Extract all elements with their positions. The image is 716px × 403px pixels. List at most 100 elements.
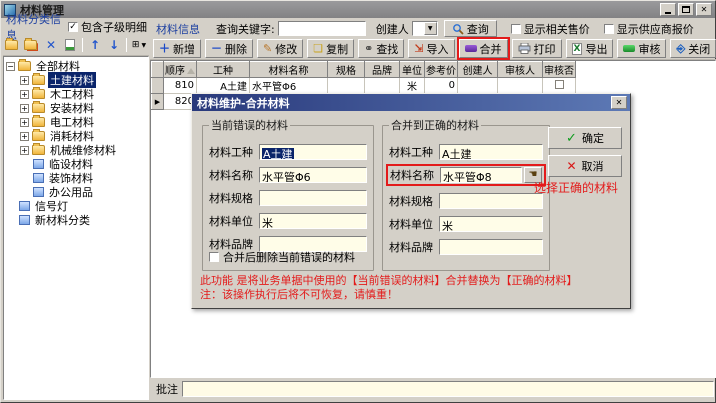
expand-icon[interactable]: +	[20, 132, 29, 141]
category-leaf-icon	[33, 159, 44, 169]
tree-item-new-material-category[interactable]: 新材料分类	[6, 213, 148, 227]
col-auditor[interactable]: 审核人	[498, 62, 543, 78]
correct-unit-input[interactable]: 米	[439, 216, 543, 232]
copy-button[interactable]: ❏复制	[307, 39, 354, 58]
col-creator[interactable]: 创建人	[458, 62, 498, 78]
print-button[interactable]: 打印	[512, 39, 562, 58]
toolbar-separator	[82, 38, 83, 52]
check-icon: ✓	[566, 131, 577, 146]
close-window-button[interactable]: ⎆关闭	[670, 39, 716, 58]
note-label: 批注	[156, 381, 178, 397]
dialog-close-button[interactable]: ✕	[611, 96, 627, 109]
find-button[interactable]: ⚭查找	[358, 39, 404, 58]
cancel-button[interactable]: ✕取消	[548, 155, 622, 177]
note-input[interactable]	[182, 381, 714, 397]
category-toolbar: ✕ ↑ ↓ ⊞▼	[3, 35, 149, 56]
wrong-name-input[interactable]: 水平管Φ6	[259, 167, 367, 183]
show-related-price-checkbox[interactable]	[511, 24, 521, 34]
move-down-icon[interactable]: ↓	[106, 38, 122, 53]
wrong-spec-input[interactable]	[259, 190, 367, 206]
correct-name-input[interactable]: 水平管Φ8	[440, 167, 522, 183]
keyword-input[interactable]	[278, 21, 366, 36]
merge-button[interactable]: 合并	[459, 39, 508, 58]
field-label: 材料单位	[209, 213, 259, 229]
col-brand[interactable]: 品牌	[365, 62, 400, 78]
category-leaf-icon	[19, 215, 30, 225]
tree-item-signal-light[interactable]: 信号灯	[6, 199, 148, 213]
minimize-button[interactable]	[660, 3, 676, 16]
expand-icon[interactable]: +	[20, 76, 29, 85]
sort-asc-icon	[187, 68, 195, 74]
delete-category-icon[interactable]: ✕	[43, 38, 59, 53]
tree-item-decoration-materials[interactable]: 装饰材料	[6, 171, 148, 185]
row-selector-header	[152, 62, 164, 78]
import-button[interactable]: ⇲导入	[408, 39, 454, 58]
open-folder-icon[interactable]	[5, 38, 21, 53]
field-label: 材料工种	[389, 144, 439, 160]
tree-view-dropdown-icon[interactable]: ⊞▼	[131, 38, 147, 53]
x-icon: ✕	[566, 159, 576, 173]
dropdown-arrow-icon[interactable]: ▼	[424, 22, 437, 35]
field-label: 材料名称	[209, 167, 259, 183]
tree-item-carpentry-materials[interactable]: + 木工材料	[6, 87, 148, 101]
table-header-row: 顺序 工种 材料名称 规格 品牌 单位 参考价 创建人 审核人 审核否	[152, 62, 576, 78]
include-children-label: 包含子级明细	[81, 19, 147, 35]
show-related-price-label: 显示相关售价	[524, 21, 590, 37]
expand-icon[interactable]: +	[20, 90, 29, 99]
col-spec[interactable]: 规格	[328, 62, 365, 78]
export-button[interactable]: X导出	[566, 39, 614, 58]
wrong-unit-input[interactable]: 米	[259, 213, 367, 229]
tree-item-office-supplies[interactable]: 办公用品	[6, 185, 148, 199]
col-unit[interactable]: 单位	[400, 62, 425, 78]
edit-folder-icon[interactable]	[24, 38, 40, 53]
col-material-name[interactable]: 材料名称	[250, 62, 328, 78]
material-management-window: 材料管理 ✕ 材料分类信息 ✓ 包含子级明细 ✕ ↑ ↓ ⊞▼	[0, 0, 716, 403]
tree-item-temporary-materials[interactable]: 临设材料	[6, 157, 148, 171]
correct-spec-input[interactable]	[439, 193, 543, 209]
tree-item-machine-repair-materials[interactable]: + 机械维修材料	[6, 143, 148, 157]
audit-button[interactable]: 审核	[617, 39, 666, 58]
expand-icon[interactable]: +	[20, 118, 29, 127]
expand-icon[interactable]: +	[20, 146, 29, 155]
creator-combobox[interactable]: ▼	[412, 21, 438, 36]
col-worktype[interactable]: 工种	[197, 62, 250, 78]
tree-item-civil-materials[interactable]: + 土建材料	[6, 73, 148, 87]
folder-icon	[32, 103, 45, 113]
copy-icon: ❏	[313, 43, 323, 54]
delete-button[interactable]: －删除	[205, 39, 253, 58]
refresh-doc-icon[interactable]	[62, 38, 78, 53]
col-order[interactable]: 顺序	[164, 62, 197, 78]
wrong-worktype-input[interactable]: A土建	[259, 144, 367, 160]
include-children-checkbox[interactable]: ✓	[68, 22, 78, 32]
audit-checkbox[interactable]	[555, 80, 564, 89]
query-button[interactable]: 查询	[444, 20, 497, 37]
correct-brand-input[interactable]	[439, 239, 543, 255]
tree-item-all-materials[interactable]: − 全部材料	[6, 59, 148, 73]
correct-worktype-input[interactable]: A土建	[439, 144, 543, 160]
category-leaf-icon	[19, 201, 30, 211]
delete-after-merge-checkbox[interactable]	[209, 252, 219, 262]
col-ref-price[interactable]: 参考价	[425, 62, 458, 78]
creator-label: 创建人	[376, 21, 409, 37]
maximize-button[interactable]	[678, 3, 694, 16]
close-button[interactable]: ✕	[696, 3, 712, 16]
folder-icon	[32, 89, 45, 99]
add-button[interactable]: ＋新增	[153, 39, 201, 58]
pencil-icon: ✎	[263, 43, 272, 54]
folder-icon	[32, 75, 45, 85]
pick-correct-hint: 选择正确的材料	[534, 179, 618, 196]
edit-button[interactable]: ✎修改	[257, 39, 303, 58]
row-selector[interactable]	[152, 78, 164, 94]
table-row[interactable]: 810 A土建 水平管Φ6 米 0	[152, 78, 576, 94]
collapse-icon[interactable]: −	[6, 62, 15, 71]
move-up-icon[interactable]: ↑	[87, 38, 103, 53]
tree-item-electrical-materials[interactable]: + 电工材料	[6, 115, 148, 129]
show-supplier-quote-checkbox[interactable]	[604, 24, 614, 34]
tree-item-consumable-materials[interactable]: + 消耗材料	[6, 129, 148, 143]
material-info-label: 材料信息	[156, 21, 200, 37]
audit-icon	[623, 45, 635, 52]
col-audited[interactable]: 审核否	[543, 62, 576, 78]
expand-icon[interactable]: +	[20, 104, 29, 113]
tree-item-installation-materials[interactable]: + 安装材料	[6, 101, 148, 115]
ok-button[interactable]: ✓确定	[548, 127, 622, 149]
